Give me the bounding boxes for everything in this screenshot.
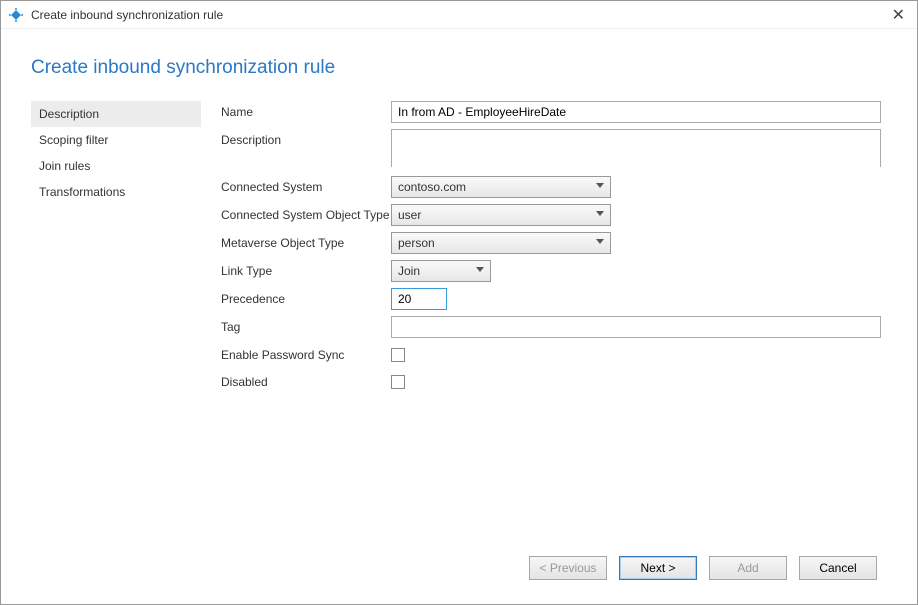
- name-label: Name: [221, 101, 391, 119]
- cs-object-type-select[interactable]: user: [391, 204, 611, 226]
- description-input[interactable]: [391, 129, 881, 167]
- next-button[interactable]: Next >: [619, 556, 697, 580]
- dialog-window: Create inbound synchronization rule ✕ Cr…: [0, 0, 918, 605]
- connected-system-select[interactable]: contoso.com: [391, 176, 611, 198]
- select-value: person: [398, 236, 435, 250]
- form: Name Description Connected System contos…: [221, 101, 887, 552]
- app-icon: [9, 8, 23, 22]
- step-scoping-filter[interactable]: Scoping filter: [31, 127, 201, 153]
- step-transformations[interactable]: Transformations: [31, 179, 201, 205]
- step-label: Transformations: [39, 185, 125, 199]
- disabled-label: Disabled: [221, 371, 391, 389]
- precedence-input[interactable]: [391, 288, 447, 310]
- enable-password-sync-label: Enable Password Sync: [221, 344, 391, 362]
- mv-object-type-label: Metaverse Object Type: [221, 232, 391, 250]
- disabled-checkbox[interactable]: [391, 375, 405, 389]
- connected-system-label: Connected System: [221, 176, 391, 194]
- mv-object-type-select[interactable]: person: [391, 232, 611, 254]
- dialog-body: Create inbound synchronization rule Desc…: [1, 29, 917, 604]
- description-label: Description: [221, 129, 391, 147]
- chevron-down-icon: [596, 211, 604, 216]
- cs-object-type-label: Connected System Object Type: [221, 204, 391, 222]
- select-value: Join: [398, 264, 420, 278]
- step-description[interactable]: Description: [31, 101, 201, 127]
- step-join-rules[interactable]: Join rules: [31, 153, 201, 179]
- link-type-select[interactable]: Join: [391, 260, 491, 282]
- chevron-down-icon: [476, 267, 484, 272]
- page-title: Create inbound synchronization rule: [31, 57, 887, 79]
- link-type-label: Link Type: [221, 260, 391, 278]
- step-label: Scoping filter: [39, 133, 108, 147]
- window-title: Create inbound synchronization rule: [31, 8, 223, 22]
- cancel-button[interactable]: Cancel: [799, 556, 877, 580]
- wizard-steps: Description Scoping filter Join rules Tr…: [31, 101, 201, 552]
- name-input[interactable]: [391, 101, 881, 123]
- select-value: user: [398, 208, 421, 222]
- step-label: Description: [39, 107, 99, 121]
- footer-buttons: < Previous Next > Add Cancel: [31, 552, 887, 594]
- chevron-down-icon: [596, 183, 604, 188]
- precedence-label: Precedence: [221, 288, 391, 306]
- chevron-down-icon: [596, 239, 604, 244]
- tag-input[interactable]: [391, 316, 881, 338]
- tag-label: Tag: [221, 316, 391, 334]
- close-icon[interactable]: ✕: [888, 5, 909, 25]
- select-value: contoso.com: [398, 180, 466, 194]
- step-label: Join rules: [39, 159, 90, 173]
- add-button[interactable]: Add: [709, 556, 787, 580]
- enable-password-sync-checkbox[interactable]: [391, 348, 405, 362]
- titlebar: Create inbound synchronization rule ✕: [1, 1, 917, 29]
- previous-button[interactable]: < Previous: [529, 556, 607, 580]
